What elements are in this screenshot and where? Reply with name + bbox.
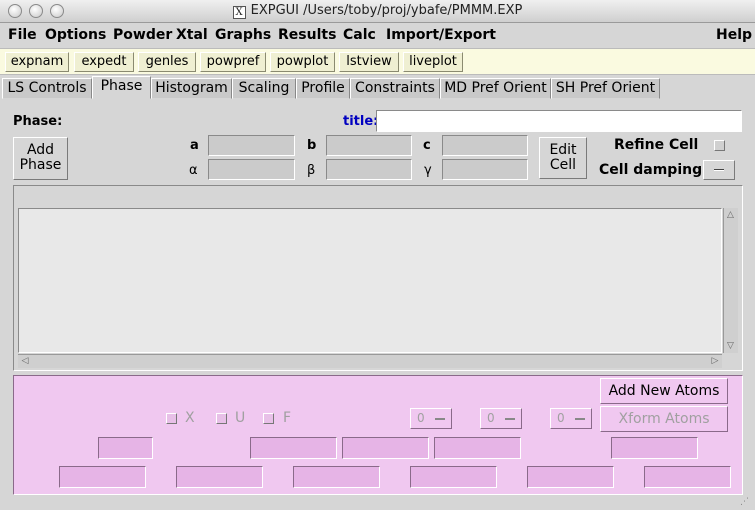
- cell-alpha-label: α: [189, 163, 198, 178]
- menu-options[interactable]: Options: [45, 27, 106, 43]
- scroll-down-icon[interactable]: ▽: [723, 339, 738, 353]
- cell-gamma-field[interactable]: [442, 159, 528, 180]
- atom-y-field[interactable]: [342, 437, 429, 459]
- damp-x-menu[interactable]: 0: [410, 408, 452, 429]
- scroll-left-icon[interactable]: ◁: [18, 354, 32, 368]
- edit-cell-label-2: Cell: [549, 157, 577, 173]
- x11-app-icon: X: [232, 6, 246, 19]
- add-phase-label-1: Add: [26, 142, 55, 158]
- atom-u13-field[interactable]: [527, 466, 614, 488]
- menu-powder[interactable]: Powder: [113, 27, 172, 43]
- damp-f-value: 0: [557, 411, 565, 425]
- tab-scaling[interactable]: Scaling: [232, 78, 296, 99]
- atom-u11-field[interactable]: [59, 466, 146, 488]
- phase-label: Phase:: [13, 114, 63, 129]
- genles-button[interactable]: genles: [138, 52, 196, 72]
- cell-a-field[interactable]: [208, 135, 295, 156]
- refine-u-checkbox[interactable]: [216, 413, 227, 424]
- atom-frac-field[interactable]: [611, 437, 698, 459]
- cell-damping-label: Cell damping: [599, 162, 703, 178]
- liveplot-button[interactable]: liveplot: [403, 52, 463, 72]
- refine-f-label: F: [283, 410, 292, 426]
- add-phase-label-2: Phase: [19, 157, 62, 173]
- xform-atoms-button[interactable]: Xform Atoms: [600, 406, 728, 432]
- tab-profile[interactable]: Profile: [296, 78, 350, 99]
- cell-a-label: a: [190, 138, 199, 153]
- tab-histogram[interactable]: Histogram: [151, 78, 232, 99]
- add-phase-button[interactable]: Add Phase: [13, 137, 68, 180]
- tab-constraints[interactable]: Constraints: [350, 78, 440, 99]
- title-label: title:: [343, 114, 379, 129]
- cell-beta-label: β: [307, 163, 316, 178]
- powpref-button[interactable]: powpref: [200, 52, 266, 72]
- cell-c-label: c: [423, 138, 431, 153]
- cell-c-field[interactable]: [442, 135, 528, 156]
- atom-u33-field[interactable]: [293, 466, 380, 488]
- scroll-right-icon[interactable]: ▷: [708, 354, 722, 368]
- tab-phase[interactable]: Phase: [92, 76, 151, 99]
- resize-grip-icon[interactable]: ⋰: [740, 496, 753, 508]
- cell-alpha-field[interactable]: [208, 159, 295, 180]
- edit-cell-button[interactable]: Edit Cell: [539, 137, 587, 179]
- menu-import-export[interactable]: Import/Export: [386, 27, 496, 43]
- damp-f-menu[interactable]: 0: [550, 408, 592, 429]
- cell-b-field[interactable]: [326, 135, 412, 156]
- damp-x-value: 0: [417, 411, 425, 425]
- refine-cell-label: Refine Cell: [614, 137, 699, 153]
- cell-damping-menu[interactable]: [703, 160, 735, 180]
- scroll-up-icon[interactable]: △: [723, 208, 738, 222]
- refine-x-label: X: [185, 410, 195, 426]
- refine-f-checkbox[interactable]: [263, 413, 274, 424]
- atom-list-area[interactable]: [18, 208, 722, 353]
- add-new-atoms-button[interactable]: Add New Atoms: [600, 378, 728, 404]
- menu-xtal[interactable]: Xtal: [176, 27, 208, 43]
- menu-help[interactable]: Help: [716, 27, 752, 43]
- atom-x-field[interactable]: [250, 437, 337, 459]
- horizontal-scrollbar[interactable]: [18, 354, 722, 368]
- expedt-button[interactable]: expedt: [74, 52, 134, 72]
- damp-u-value: 0: [487, 411, 495, 425]
- title-input[interactable]: [376, 110, 742, 132]
- cell-beta-field[interactable]: [326, 159, 412, 180]
- refine-x-checkbox[interactable]: [166, 413, 177, 424]
- expnam-button[interactable]: expnam: [5, 52, 69, 72]
- refine-u-label: U: [235, 410, 246, 426]
- tab-sh-pref-orient[interactable]: SH Pref Orient: [551, 78, 660, 99]
- window-title: X EXPGUI /Users/toby/proj/ybafe/PMMM.EXP: [0, 3, 755, 19]
- cell-gamma-label: γ: [424, 163, 432, 178]
- edit-cell-label-1: Edit: [549, 142, 577, 158]
- tab-md-pref-orient[interactable]: MD Pref Orient: [440, 78, 551, 99]
- menu-graphs[interactable]: Graphs: [215, 27, 271, 43]
- menu-calc[interactable]: Calc: [343, 27, 376, 43]
- cell-b-label: b: [307, 138, 317, 153]
- powplot-button[interactable]: powplot: [270, 52, 335, 72]
- lstview-button[interactable]: lstview: [339, 52, 399, 72]
- menu-file[interactable]: File: [8, 27, 37, 43]
- refine-cell-checkbox[interactable]: [714, 140, 725, 151]
- atom-u12-field[interactable]: [410, 466, 497, 488]
- atom-u22-field[interactable]: [176, 466, 263, 488]
- atom-label-field[interactable]: [98, 437, 153, 459]
- tab-ls-controls[interactable]: LS Controls: [2, 78, 92, 99]
- atom-z-field[interactable]: [434, 437, 521, 459]
- damp-u-menu[interactable]: 0: [480, 408, 522, 429]
- window-title-text: EXPGUI /Users/toby/proj/ybafe/PMMM.EXP: [250, 3, 523, 18]
- atom-u23-field[interactable]: [644, 466, 731, 488]
- vertical-scrollbar[interactable]: [723, 208, 738, 353]
- menu-results[interactable]: Results: [278, 27, 336, 43]
